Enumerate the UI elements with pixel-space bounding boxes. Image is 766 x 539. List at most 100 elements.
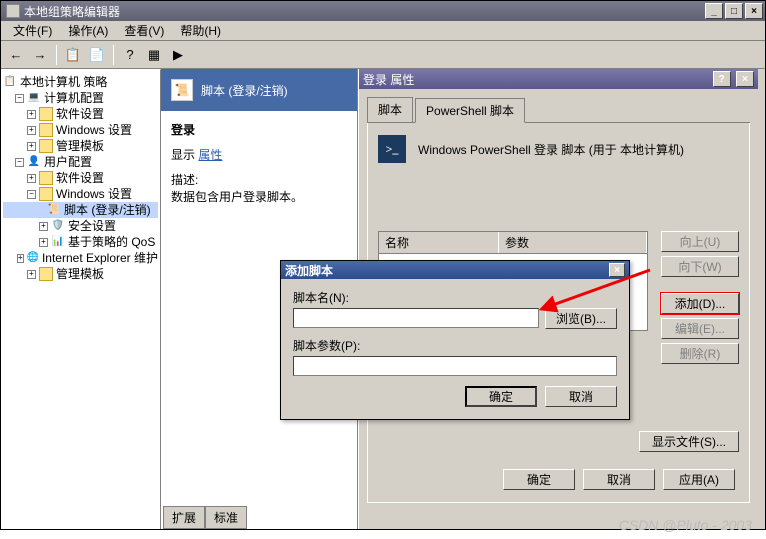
menu-action[interactable]: 操作(A) (60, 20, 116, 41)
menu-view[interactable]: 查看(V) (116, 20, 172, 41)
script-name-input[interactable] (293, 308, 539, 328)
back-button[interactable]: ← (5, 44, 27, 66)
tree-cc-software[interactable]: +软件设置 (3, 106, 158, 122)
expand-icon[interactable]: + (27, 174, 36, 183)
tree-cc-templates[interactable]: +管理模板 (3, 138, 158, 154)
info-login-heading: 登录 (171, 121, 347, 138)
tree-cc-windows[interactable]: +Windows 设置 (3, 122, 158, 138)
script-param-label: 脚本参数(P): (293, 337, 617, 354)
tree-uc-software[interactable]: +软件设置 (3, 170, 158, 186)
expand-icon[interactable]: + (27, 110, 36, 119)
tree-user-config[interactable]: −👤用户配置 (3, 154, 158, 170)
info-show-label: 显示 (171, 148, 195, 162)
help-icon[interactable]: ? (119, 44, 141, 66)
browse-button[interactable]: 浏览(B)... (545, 308, 617, 329)
list-header: 名称 参数 (379, 232, 647, 254)
move-down-button[interactable]: 向下(W) (661, 256, 739, 277)
col-param[interactable]: 参数 (499, 232, 647, 253)
tree: 📋本地计算机 策略 −💻计算机配置 +软件设置 +Windows 设置 +管理模… (1, 70, 160, 286)
menu-file[interactable]: 文件(F) (5, 20, 60, 41)
toolbar-separator (56, 45, 57, 65)
qos-icon: 📊 (51, 235, 65, 249)
folder-icon (39, 171, 53, 185)
info-header: 📜 脚本 (登录/注销) (161, 69, 357, 111)
expand-icon[interactable]: + (27, 142, 36, 151)
collapse-icon[interactable]: − (27, 190, 36, 199)
properties-link[interactable]: 属性 (198, 148, 222, 162)
move-up-button[interactable]: 向上(U) (661, 231, 739, 252)
ok-button[interactable]: 确定 (465, 386, 537, 407)
minimize-button[interactable]: _ (705, 3, 723, 19)
tree-qos[interactable]: +📊基于策略的 QoS (3, 234, 158, 250)
toolbar-btn-1[interactable]: 📋 (62, 44, 84, 66)
tab-powershell[interactable]: PowerShell 脚本 (415, 98, 525, 123)
forward-button[interactable]: → (29, 44, 51, 66)
menubar: 文件(F) 操作(A) 查看(V) 帮助(H) (1, 21, 765, 41)
add-script-body: 脚本名(N): 浏览(B)... 脚本参数(P): 确定 取消 (281, 279, 629, 417)
expand-icon[interactable]: + (27, 270, 36, 279)
side-buttons: 向上(U) 向下(W) 添加(D)... 编辑(E)... 删除(R) (661, 231, 739, 364)
tab-standard[interactable]: 标准 (205, 506, 247, 529)
folder-icon (39, 123, 53, 137)
ie-icon: 🌐 (27, 251, 39, 265)
tab-script[interactable]: 脚本 (367, 97, 413, 122)
tree-scripts[interactable]: 📜脚本 (登录/注销) (3, 202, 158, 218)
cancel-button[interactable]: 取消 (545, 386, 617, 407)
script-name-field: 脚本名(N): 浏览(B)... (293, 289, 617, 329)
collapse-icon[interactable]: − (15, 158, 24, 167)
close-button[interactable]: × (745, 3, 763, 19)
add-button[interactable]: 添加(D)... (661, 293, 739, 314)
script-param-field: 脚本参数(P): (293, 337, 617, 376)
maximize-button[interactable]: □ (725, 3, 743, 19)
properties-title: 登录 属性 (363, 71, 414, 88)
expand-icon[interactable]: + (39, 222, 48, 231)
tree-security[interactable]: +🛡️安全设置 (3, 218, 158, 234)
window-controls: _ □ × (703, 3, 763, 19)
toolbar-btn-2[interactable]: 📄 (86, 44, 108, 66)
folder-icon (39, 187, 53, 201)
tree-uc-templates[interactable]: +管理模板 (3, 266, 158, 282)
tree-pane: 📋本地计算机 策略 −💻计算机配置 +软件设置 +Windows 设置 +管理模… (1, 69, 161, 529)
close-button[interactable]: × (609, 263, 625, 277)
add-script-titlebar: 添加脚本 × (281, 261, 629, 279)
add-dialog-buttons: 确定 取消 (293, 386, 617, 407)
ok-button[interactable]: 确定 (503, 469, 575, 490)
col-name[interactable]: 名称 (379, 232, 499, 253)
toolbar-btn-3[interactable]: ▦ (143, 44, 165, 66)
app-icon (6, 4, 20, 18)
help-button[interactable]: ? (713, 71, 731, 87)
edit-button[interactable]: 编辑(E)... (661, 318, 739, 339)
tabs: 脚本 PowerShell 脚本 (367, 97, 750, 123)
collapse-icon[interactable]: − (15, 94, 24, 103)
expand-icon[interactable]: + (39, 238, 48, 247)
folder-icon (39, 139, 53, 153)
titlebar: 本地组策略编辑器 _ □ × (1, 1, 765, 21)
delete-button[interactable]: 删除(R) (661, 343, 739, 364)
menu-help[interactable]: 帮助(H) (172, 20, 229, 41)
info-header-title: 脚本 (登录/注销) (201, 82, 288, 99)
cancel-button[interactable]: 取消 (583, 469, 655, 490)
add-script-dialog: 添加脚本 × 脚本名(N): 浏览(B)... 脚本参数(P): 确定 取消 (280, 260, 630, 420)
show-files-button[interactable]: 显示文件(S)... (639, 431, 739, 452)
script-icon: 📜 (171, 79, 193, 101)
ps-description: Windows PowerShell 登录 脚本 (用于 本地计算机) (418, 141, 684, 158)
script-name-label: 脚本名(N): (293, 289, 617, 306)
apply-button[interactable]: 应用(A) (663, 469, 735, 490)
script-icon: 📜 (47, 203, 61, 217)
tree-uc-windows[interactable]: −Windows 设置 (3, 186, 158, 202)
info-desc: 数据包含用户登录脚本。 (171, 190, 303, 204)
info-body: 登录 显示 属性 描述:数据包含用户登录脚本。 (161, 111, 357, 223)
tree-root[interactable]: 📋本地计算机 策略 (3, 74, 158, 90)
tree-computer-config[interactable]: −💻计算机配置 (3, 90, 158, 106)
powershell-icon: >_ (378, 135, 406, 163)
tab-extended[interactable]: 扩展 (163, 506, 205, 529)
properties-titlebar: 登录 属性 ? × (359, 69, 758, 89)
folder-icon (39, 267, 53, 281)
script-param-input[interactable] (293, 356, 617, 376)
expand-icon[interactable]: + (17, 254, 24, 263)
dialog-buttons: 确定 取消 应用(A) (503, 469, 735, 490)
tree-ie[interactable]: +🌐Internet Explorer 维护 (3, 250, 158, 266)
toolbar-btn-4[interactable]: ▶ (167, 44, 189, 66)
expand-icon[interactable]: + (27, 126, 36, 135)
close-button[interactable]: × (736, 71, 754, 87)
